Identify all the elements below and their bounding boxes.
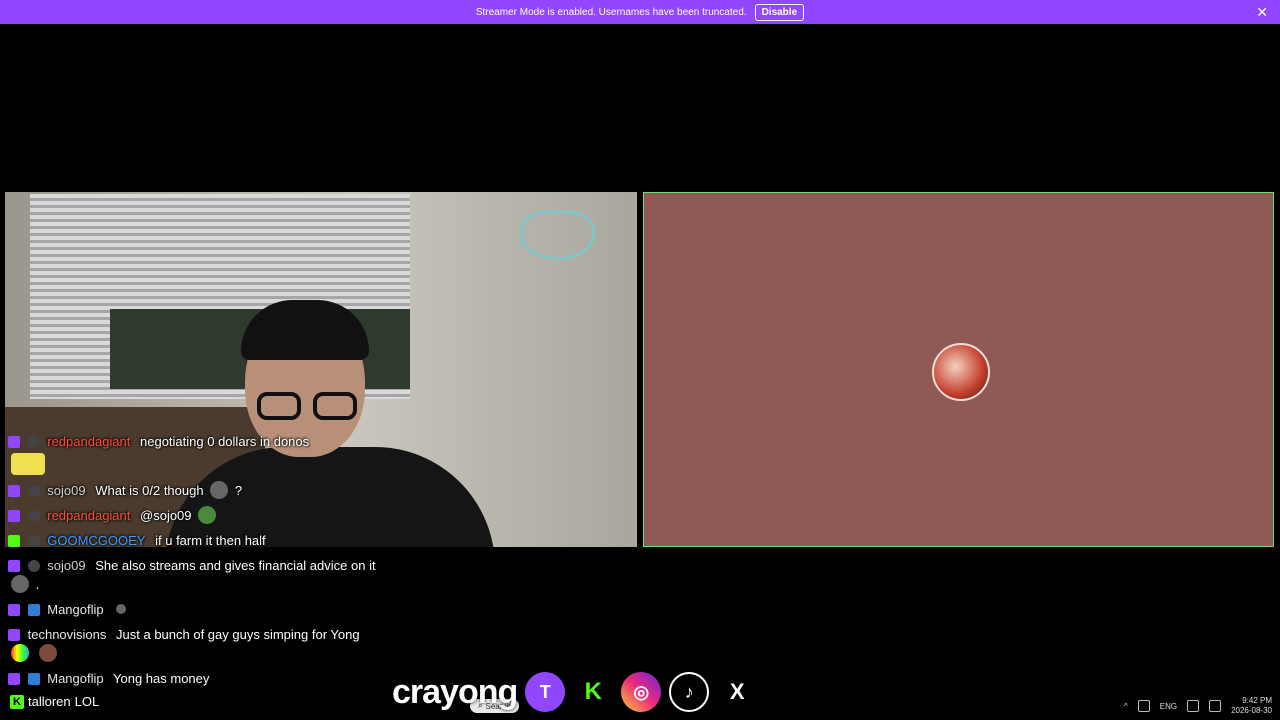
twitch-badge-icon bbox=[8, 436, 20, 448]
chat-username[interactable]: sojo09 bbox=[47, 558, 85, 573]
small-emote-icon bbox=[116, 604, 127, 614]
chat-text-suffix: . bbox=[35, 577, 40, 592]
chat-username[interactable]: redpandagiant bbox=[47, 508, 130, 523]
chat-text: Yong has money bbox=[113, 671, 210, 686]
crown-badge-icon bbox=[27, 673, 40, 685]
face-emote-icon bbox=[38, 644, 57, 662]
face-emote-icon bbox=[210, 481, 229, 499]
date: 2026-08-30 bbox=[1231, 706, 1272, 715]
user-badge-icon bbox=[27, 510, 40, 522]
brand-name: crayong bbox=[392, 672, 518, 711]
close-icon[interactable]: ✕ bbox=[1256, 4, 1268, 20]
language-indicator[interactable]: ENG bbox=[1160, 702, 1177, 711]
user-badge-icon bbox=[27, 560, 40, 572]
chat-text: She also streams and gives financial adv… bbox=[95, 558, 376, 573]
time: 9:42 PM bbox=[1242, 696, 1272, 705]
chat-message: Mangoflip Yong has money bbox=[8, 669, 378, 688]
minion-emote-icon bbox=[11, 453, 45, 475]
clock[interactable]: 9:42 PM 2026-08-30 bbox=[1231, 696, 1272, 716]
user-badge-icon bbox=[27, 535, 40, 547]
chat-text: LOL bbox=[74, 694, 100, 709]
chat-username[interactable]: technovisions bbox=[28, 627, 107, 642]
chat-username[interactable]: Mangoflip bbox=[47, 602, 103, 617]
chat-message: redpandagiant negotiating 0 dollars in d… bbox=[8, 432, 378, 475]
chat-username[interactable]: GOOMCGOOEY bbox=[47, 533, 145, 548]
twitch-badge-icon bbox=[8, 510, 20, 522]
twitch-badge-icon bbox=[8, 604, 20, 616]
chat-message: GOOMCGOOEY if u farm it then half bbox=[8, 531, 378, 550]
chat-overlay: redpandagiant negotiating 0 dollars in d… bbox=[8, 432, 378, 694]
banner-message: Streamer Mode is enabled. Usernames have… bbox=[475, 6, 747, 18]
twitch-badge-icon bbox=[8, 629, 20, 641]
user-badge-icon bbox=[27, 485, 40, 497]
instagram-icon: ◎ bbox=[621, 672, 662, 712]
volume-icon[interactable] bbox=[1209, 700, 1222, 712]
chat-text-suffix: ? bbox=[234, 483, 243, 498]
chat-text: Just a bunch of gay guys simping for Yon… bbox=[116, 627, 360, 642]
chat-message: sojo09 She also streams and gives financ… bbox=[8, 556, 378, 594]
chat-text: negotiating 0 dollars in donos bbox=[140, 434, 310, 449]
streamer-mode-banner: Streamer Mode is enabled. Usernames have… bbox=[0, 0, 1280, 24]
tiktok-icon: ♪ bbox=[669, 672, 710, 712]
chat-username[interactable]: sojo09 bbox=[47, 483, 85, 498]
twitch-badge-icon bbox=[8, 485, 20, 497]
chat-text: @sojo09 bbox=[140, 508, 192, 523]
twitch-badge-icon bbox=[8, 673, 20, 685]
participant-tile[interactable] bbox=[643, 192, 1274, 547]
kick-icon: K bbox=[573, 672, 614, 712]
system-tray: ^ ENG 9:42 PM 2026-08-30 bbox=[1124, 692, 1272, 720]
chat-message: Mangoflip bbox=[8, 600, 378, 619]
chat-message: redpandagiant @sojo09 bbox=[8, 506, 378, 525]
chevron-up-icon[interactable]: ^ bbox=[1124, 702, 1128, 711]
x-icon: X bbox=[717, 672, 758, 712]
user-badge-icon bbox=[27, 436, 40, 448]
twitch-icon: T bbox=[525, 672, 566, 712]
chat-username[interactable]: redpandagiant bbox=[47, 434, 130, 449]
face-emote-icon bbox=[11, 575, 29, 593]
crown-badge-icon bbox=[27, 604, 40, 616]
rainbow-emote-icon bbox=[11, 644, 29, 662]
chat-text: What is 0/2 though bbox=[95, 483, 204, 498]
kick-chat-message: K talloren LOL bbox=[10, 694, 99, 709]
frog-emote-icon bbox=[198, 506, 217, 524]
chat-text: if u farm it then half bbox=[155, 533, 266, 548]
mic-icon[interactable] bbox=[1137, 700, 1150, 712]
chat-username[interactable]: talloren bbox=[28, 694, 71, 709]
kick-badge-icon bbox=[8, 535, 20, 547]
chat-username[interactable]: Mangoflip bbox=[47, 671, 103, 686]
sloth-decoration bbox=[520, 210, 595, 260]
glasses bbox=[257, 392, 357, 422]
twitch-badge-icon bbox=[8, 560, 20, 572]
chat-message: technovisions Just a bunch of gay guys s… bbox=[8, 625, 378, 663]
participant-avatar bbox=[932, 343, 990, 401]
streamer-branding: crayong T K ◎ ♪ X bbox=[392, 668, 758, 716]
network-icon[interactable] bbox=[1187, 700, 1200, 712]
kick-badge-icon: K bbox=[10, 694, 24, 709]
disable-button[interactable]: Disable bbox=[754, 3, 805, 21]
chat-message: sojo09 What is 0/2 though ? bbox=[8, 481, 378, 500]
